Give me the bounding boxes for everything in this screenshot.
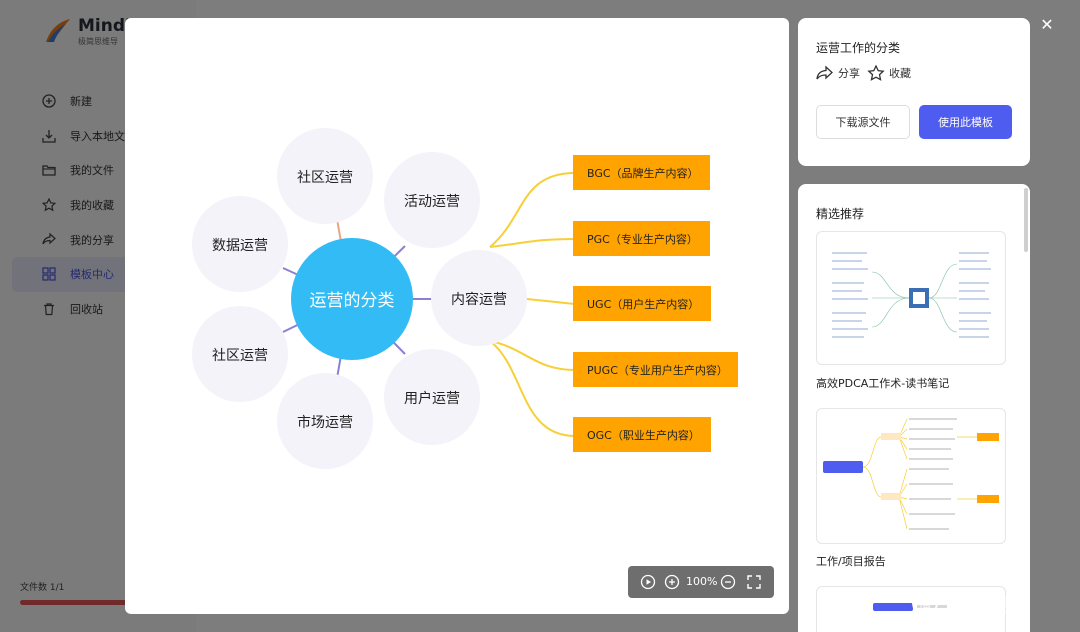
- mindmap-leaf-pgc[interactable]: PGC（专业生产内容）: [573, 221, 710, 256]
- thumbnail-image: [832, 252, 991, 338]
- play-icon[interactable]: [640, 574, 656, 590]
- mindmap-node-community-2[interactable]: 社区运营: [192, 306, 288, 402]
- recommend-title: 精选推荐: [816, 207, 865, 221]
- zoom-level: 100%: [686, 575, 718, 588]
- mindmap-branch: [489, 238, 576, 248]
- share-icon: [816, 65, 833, 80]
- mindmap-leaf-pugc[interactable]: PUGC（专业用户生产内容）: [573, 352, 738, 387]
- mindmap-node-label: 社区运营: [297, 170, 353, 186]
- watermark-text: 什么值得买: [944, 595, 1029, 616]
- mindmap-center-node[interactable]: 运营的分类: [291, 238, 413, 360]
- mindmap-leaf-ogc[interactable]: OGC（职业生产内容）: [573, 417, 711, 452]
- template-title: 运营工作的分类: [816, 41, 901, 55]
- watermark-icon: 值: [912, 590, 938, 616]
- mindmap-leaf-label: UGC（用户生产内容）: [587, 297, 699, 311]
- mindmap-leaf-label: BGC（品牌生产内容）: [587, 166, 699, 180]
- mindmap-node-label: 用户运营: [404, 390, 460, 407]
- zoom-out-icon[interactable]: [720, 574, 736, 590]
- zoom-toolbar: 100%: [628, 566, 774, 598]
- mindmap-node-user[interactable]: 用户运营: [384, 349, 480, 445]
- fullscreen-icon[interactable]: [746, 574, 762, 590]
- recommend-item-label[interactable]: 高效PDCA工作术-读书笔记: [816, 375, 949, 391]
- mindmap-branch: [489, 172, 576, 248]
- close-icon[interactable]: ✕: [1037, 15, 1057, 35]
- mindmap-node-label: 市场运营: [297, 414, 353, 431]
- template-preview-canvas[interactable]: 社区运营 活动运营 数据运营 内容运营 社区运营 用户运营 市场运营 运营的分类…: [125, 18, 789, 614]
- mindmap-leaf-ugc[interactable]: UGC（用户生产内容）: [573, 286, 711, 321]
- mindmap-branch: [489, 340, 576, 437]
- scrollbar[interactable]: [1024, 188, 1028, 252]
- collect-action[interactable]: 收藏: [867, 65, 911, 81]
- mindmap-leaf-bgc[interactable]: BGC（品牌生产内容）: [573, 155, 710, 190]
- recommend-item-label[interactable]: 工作/项目报告: [816, 553, 886, 569]
- use-template-button[interactable]: 使用此模板: [919, 105, 1012, 139]
- mindmap-center-label: 运营的分类: [310, 291, 395, 311]
- recommend-thumb-report[interactable]: [816, 408, 1006, 544]
- mindmap-node-label: 社区运营: [212, 348, 268, 364]
- recommend-thumb-pdca[interactable]: [816, 231, 1006, 365]
- mindmap-node-label: 数据运营: [212, 238, 268, 254]
- mindmap-leaf-label: OGC（职业生产内容）: [587, 428, 700, 442]
- mindmap-node-label: 活动运营: [404, 194, 460, 210]
- share-label: 分享: [838, 67, 860, 80]
- mindmap-node-activity[interactable]: 活动运营: [384, 152, 480, 248]
- mindmap-node-community-1[interactable]: 社区运营: [277, 128, 373, 224]
- mindmap-node-data[interactable]: 数据运营: [192, 196, 288, 292]
- download-source-button[interactable]: 下载源文件: [816, 105, 910, 139]
- star-icon: [867, 65, 885, 81]
- mindmap-leaf-label: PGC（专业生产内容）: [587, 232, 698, 246]
- share-action[interactable]: 分享: [816, 65, 860, 81]
- zoom-in-icon[interactable]: [664, 574, 680, 590]
- mindmap-branch: [526, 298, 576, 305]
- watermark: 值 什么值得买: [912, 590, 1029, 616]
- mindmap-node-label: 内容运营: [451, 291, 507, 308]
- collect-label: 收藏: [889, 67, 911, 80]
- mindmap-diagram: 社区运营 活动运营 数据运营 内容运营 社区运营 用户运营 市场运营 运营的分类…: [192, 128, 738, 469]
- mindmap-node-marketing[interactable]: 市场运营: [277, 373, 373, 469]
- mindmap-leaf-label: PUGC（专业用户生产内容）: [587, 363, 728, 377]
- recommend-card: 精选推荐 高效PDCA工作术-读书笔记 工作/项目报告: [798, 184, 1030, 632]
- thumbnail-image: [823, 418, 999, 530]
- template-info-card: 运营工作的分类 分享 收藏 下载源文件 使用此模板: [798, 18, 1030, 166]
- mindmap-node-content[interactable]: 内容运营: [431, 250, 527, 346]
